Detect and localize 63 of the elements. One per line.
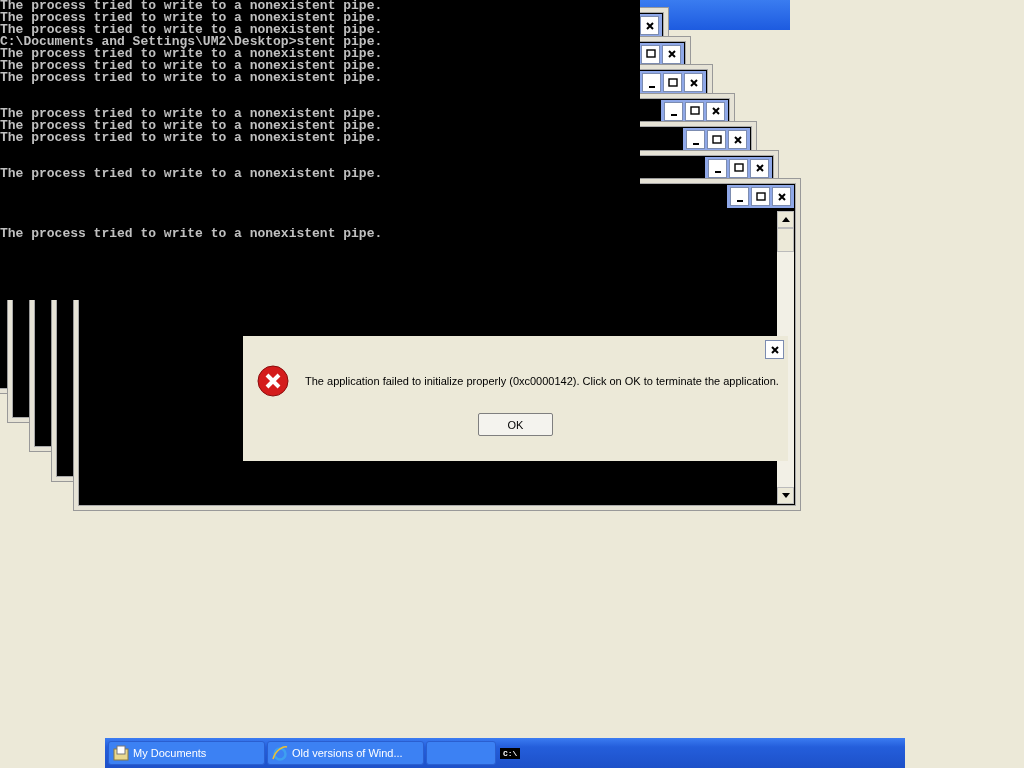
console-icon[interactable]: C:\ bbox=[500, 747, 521, 759]
maximize-icon bbox=[645, 49, 656, 59]
minimize-button[interactable] bbox=[708, 158, 727, 178]
maximize-icon bbox=[755, 191, 766, 202]
close-button[interactable] bbox=[765, 340, 784, 359]
console-line: The process tried to write to a nonexistent pipe. bbox=[0, 0, 384, 12]
maximize-button[interactable] bbox=[641, 44, 660, 64]
maximize-button[interactable] bbox=[707, 130, 726, 149]
ok-button[interactable]: OK bbox=[478, 413, 553, 436]
console-line: The process tried to write to a nonexistent pipe. bbox=[0, 72, 384, 84]
close-button[interactable] bbox=[684, 73, 703, 92]
close-icon bbox=[776, 191, 787, 202]
close-button[interactable] bbox=[772, 187, 791, 206]
minimize-icon bbox=[736, 199, 743, 202]
maximize-icon bbox=[667, 77, 678, 88]
error-message: The application failed to initialize properly (0xc0000142). Click on OK to terminate the application. bbox=[305, 375, 779, 387]
document-folder-icon bbox=[113, 745, 129, 761]
up-arrow-icon bbox=[781, 217, 790, 222]
close-icon bbox=[644, 20, 655, 31]
minimize-icon bbox=[648, 85, 655, 88]
maximize-button[interactable] bbox=[751, 187, 770, 206]
close-button[interactable] bbox=[706, 101, 725, 121]
console-line: The process tried to write to a nonexistent pipe. bbox=[0, 228, 384, 240]
browser-icon bbox=[272, 745, 288, 761]
close-icon bbox=[732, 134, 743, 145]
taskbar-button[interactable]: My Documents bbox=[108, 741, 265, 765]
console-line: The process tried to write to a nonexistent pipe. bbox=[0, 24, 384, 36]
scroll-up-button[interactable] bbox=[777, 211, 794, 228]
minimize-icon bbox=[692, 142, 699, 145]
close-button[interactable] bbox=[728, 130, 747, 149]
console-line: The process tried to write to a nonexistent pipe. bbox=[0, 132, 384, 144]
close-button[interactable] bbox=[662, 44, 681, 64]
minimize-button[interactable] bbox=[642, 73, 661, 92]
close-icon bbox=[710, 106, 721, 116]
maximize-icon bbox=[711, 134, 722, 145]
console-line: The process tried to write to a nonexistent pipe. bbox=[0, 120, 384, 132]
maximize-icon bbox=[733, 163, 744, 173]
minimize-icon bbox=[714, 171, 721, 173]
minimize-button[interactable] bbox=[730, 187, 749, 206]
maximize-button[interactable] bbox=[663, 73, 682, 92]
close-button[interactable] bbox=[750, 158, 769, 178]
close-icon bbox=[754, 163, 765, 173]
console-line: The process tried to write to a nonexistent pipe. bbox=[0, 48, 384, 60]
minimize-button[interactable] bbox=[664, 101, 683, 121]
maximize-button[interactable] bbox=[729, 158, 748, 178]
close-icon bbox=[769, 344, 780, 355]
scroll-thumb[interactable] bbox=[777, 228, 794, 252]
minimize-button[interactable] bbox=[686, 130, 705, 149]
close-button[interactable] bbox=[640, 16, 659, 35]
taskbar-button[interactable]: Old versions of Wind... bbox=[267, 741, 424, 765]
maximize-icon bbox=[689, 106, 700, 116]
console-line: C:\Documents and Settings\UM2\Desktop>stent pipe. bbox=[0, 36, 384, 48]
scroll-down-button[interactable] bbox=[777, 486, 794, 504]
close-icon bbox=[666, 49, 677, 59]
console-line: The process tried to write to a nonexistent pipe. bbox=[0, 108, 384, 120]
down-arrow-icon bbox=[781, 492, 790, 498]
maximize-button[interactable] bbox=[685, 101, 704, 121]
console-line: The process tried to write to a nonexistent pipe. bbox=[0, 60, 384, 72]
error-icon bbox=[257, 365, 289, 397]
minimize-icon bbox=[670, 114, 677, 116]
close-icon bbox=[688, 77, 699, 88]
console-line: The process tried to write to a nonexistent pipe. bbox=[0, 168, 384, 180]
console-line: The process tried to write to a nonexistent pipe. bbox=[0, 12, 384, 24]
